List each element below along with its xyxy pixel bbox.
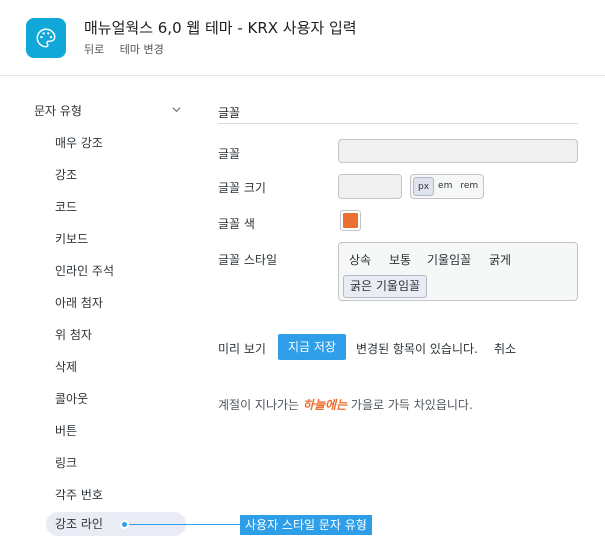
sidebar-item-emphasis[interactable]: 강조 xyxy=(55,166,77,183)
sidebar-item-link[interactable]: 링크 xyxy=(55,454,77,471)
unit-selector: px em rem xyxy=(410,174,484,199)
style-option-normal[interactable]: 보통 xyxy=(389,251,411,268)
preview-text-highlight: 하늘에는 xyxy=(302,398,348,412)
unit-rem-button[interactable]: rem xyxy=(456,177,482,196)
preview-text-after: 가을로 가득 차있읍니다. xyxy=(347,398,473,412)
style-option-italic[interactable]: 기울임꼴 xyxy=(427,251,471,268)
action-bar: 미리 보기 지금 저장 변경된 항목이 있습니다. 취소 xyxy=(218,334,580,360)
sidebar-item-code[interactable]: 코드 xyxy=(55,198,77,215)
unsaved-changes-note: 변경된 항목이 있습니다. xyxy=(356,342,478,356)
callout-connector xyxy=(124,524,242,525)
sidebar-item-inline-comment[interactable]: 인라인 주석 xyxy=(55,262,114,279)
back-link[interactable]: 뒤로 xyxy=(84,43,104,56)
callout-label: 사용자 스타일 문자 유형 xyxy=(240,515,372,535)
cancel-button[interactable]: 취소 xyxy=(494,340,516,357)
app-header: 매뉴얼웍스 6,0 웹 테마 - KRX 사용자 입력 뒤로 테마 변경 xyxy=(0,0,605,76)
font-size-field[interactable] xyxy=(338,174,402,199)
sidebar-item-footnote-number[interactable]: 각주 번호 xyxy=(55,486,103,503)
section-divider xyxy=(218,123,578,124)
callout-dot-icon xyxy=(120,520,129,529)
sidebar-item-subscript[interactable]: 아래 첨자 xyxy=(55,294,103,311)
sidebar-item-strong-emphasis[interactable]: 매우 강조 xyxy=(55,134,103,151)
change-theme-link[interactable]: 테마 변경 xyxy=(120,43,164,56)
unit-px-button[interactable]: px xyxy=(413,177,435,196)
section-title: 글꼴 xyxy=(218,106,241,120)
font-color-swatch[interactable] xyxy=(340,210,361,231)
palette-icon xyxy=(26,18,66,58)
chevron-down-icon[interactable] xyxy=(171,104,182,118)
preview-text-before: 계절이 지나가는 xyxy=(218,398,303,412)
font-field[interactable] xyxy=(338,139,578,163)
sidebar-item-button[interactable]: 버튼 xyxy=(55,422,77,439)
save-now-button[interactable]: 지금 저장 xyxy=(278,334,346,360)
font-label: 글꼴 xyxy=(218,147,241,161)
sidebar-item-delete[interactable]: 삭제 xyxy=(55,358,77,375)
sidebar-heading-label: 문자 유형 xyxy=(34,104,82,118)
sidebar-item-keyboard[interactable]: 키보드 xyxy=(55,230,88,247)
header-links: 뒤로 테마 변경 xyxy=(84,41,176,57)
style-option-bold-italic[interactable]: 굵은 기울임꼴 xyxy=(343,275,428,298)
sidebar-item-superscript[interactable]: 위 첨자 xyxy=(55,326,92,343)
color-fill xyxy=(343,213,358,228)
style-option-bold[interactable]: 굵게 xyxy=(489,251,511,268)
style-option-inherit[interactable]: 상속 xyxy=(349,251,371,268)
page-title: 매뉴얼웍스 6,0 웹 테마 - KRX 사용자 입력 xyxy=(84,19,357,37)
font-size-label: 글꼴 크기 xyxy=(218,181,266,195)
font-color-label: 글꼴 색 xyxy=(218,217,255,231)
style-preview-text: 계절이 지나가는 하늘에는 가을로 가득 차있읍니다. xyxy=(218,396,473,413)
font-style-label: 글꼴 스타일 xyxy=(218,253,278,267)
sidebar-heading[interactable]: 문자 유형 xyxy=(34,102,184,119)
preview-button[interactable]: 미리 보기 xyxy=(218,340,266,357)
unit-em-button[interactable]: em xyxy=(434,177,456,196)
sidebar-item-callout[interactable]: 콜아웃 xyxy=(55,390,88,407)
font-style-options: 상속 보통 기울임꼴 굵게 굵은 기울임꼴 xyxy=(338,242,578,301)
